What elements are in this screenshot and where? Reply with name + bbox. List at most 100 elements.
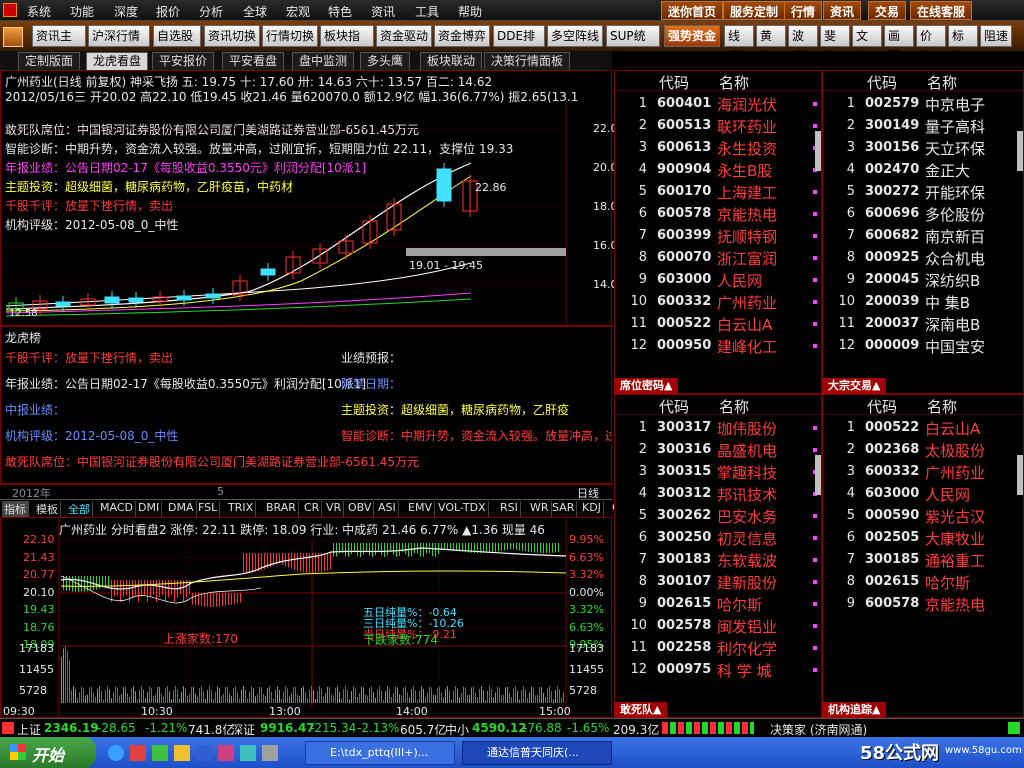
- list-row[interactable]: 6 600696 多伦股份: [823, 203, 1023, 225]
- quicklaunch-icon-2[interactable]: [130, 745, 146, 761]
- tab-6[interactable]: 板块联动: [420, 52, 483, 70]
- list-row[interactable]: 9 600578 京能热电: [823, 593, 1023, 615]
- toolbar-button-13[interactable]: 黄金: [756, 25, 786, 63]
- indicator-tab-17[interactable]: SAR: [550, 501, 578, 517]
- menu-item-1[interactable]: 功能: [70, 3, 94, 20]
- menu-item-8[interactable]: 资讯: [371, 3, 395, 20]
- list-row[interactable]: 3 300156 天立环保: [823, 137, 1023, 159]
- list-row[interactable]: 2 002368 太极股份: [823, 439, 1023, 461]
- list-label-3[interactable]: 机构追踪▲: [822, 702, 887, 718]
- toolbar-button-14[interactable]: 波段: [788, 25, 818, 63]
- toolbar-button-4[interactable]: 行情切换: [262, 25, 318, 47]
- list-label-0[interactable]: 席位密码▲: [614, 378, 679, 394]
- indicator-tab-9[interactable]: CR: [302, 501, 323, 517]
- menu-item-10[interactable]: 帮助: [458, 3, 482, 20]
- tab-2[interactable]: 平安报价: [152, 52, 215, 70]
- list-row[interactable]: 2 300316 晶盛机电: [615, 439, 821, 461]
- quicklaunch-icon-6[interactable]: [218, 745, 234, 761]
- indicator-tab-1[interactable]: 模板: [34, 501, 61, 517]
- quicklaunch-icon-3[interactable]: [152, 745, 168, 761]
- list-row[interactable]: 6 002505 大康牧业: [823, 527, 1023, 549]
- quicklaunch-icon-4[interactable]: [174, 745, 190, 761]
- list-row[interactable]: 8 000925 众合机电: [823, 247, 1023, 269]
- list-row[interactable]: 3 600332 广州药业: [823, 461, 1023, 483]
- toolbar-button-20[interactable]: 阻速: [980, 25, 1012, 47]
- list-row[interactable]: 9 200045 深纺织B: [823, 269, 1023, 291]
- list-row[interactable]: 7 300183 东软载波: [615, 549, 821, 571]
- quicklaunch-icon-5[interactable]: [196, 745, 212, 761]
- list-row[interactable]: 2 300149 量子高科: [823, 115, 1023, 137]
- toolbar-button-1[interactable]: 沪深行情: [88, 25, 150, 47]
- quicklaunch-icon-8[interactable]: [262, 745, 278, 761]
- indicator-tab-8[interactable]: BRAR: [264, 501, 299, 517]
- list-label-2[interactable]: 敢死队▲: [614, 702, 668, 718]
- list-row[interactable]: 7 300185 通裕重工: [823, 549, 1023, 571]
- toolbar-button-5[interactable]: 板块指数: [320, 25, 374, 63]
- list-row[interactable]: 1 600401 海润光伏: [615, 93, 821, 115]
- toolbar-button-11[interactable]: 强势资金: [664, 25, 720, 47]
- list-row[interactable]: 7 600682 南京新百: [823, 225, 1023, 247]
- indicator-tab-5[interactable]: DMA: [166, 501, 197, 517]
- task-tdx[interactable]: 通达信普天同庆(...: [462, 741, 612, 765]
- list-row[interactable]: 10 002578 闽发铝业: [615, 615, 821, 637]
- list-row[interactable]: 8 002615 哈尔斯: [823, 571, 1023, 593]
- indicator-tab-3[interactable]: MACD: [98, 501, 136, 517]
- menu-item-2[interactable]: 深度: [114, 3, 138, 20]
- list-row[interactable]: 7 600399 抚顺特钢: [615, 225, 821, 247]
- menu-right-button-3[interactable]: 资讯: [823, 1, 862, 20]
- toolbar-button-15[interactable]: 斐波: [820, 25, 850, 63]
- list-row[interactable]: 11 002258 利尔化学: [615, 637, 821, 659]
- menu-item-7[interactable]: 特色: [328, 3, 352, 20]
- indicator-tab-15[interactable]: RSI: [498, 501, 521, 517]
- indicator-tab-4[interactable]: DMI: [136, 501, 163, 517]
- list-scrollbar[interactable]: [815, 455, 821, 495]
- menu-item-3[interactable]: 报价: [156, 3, 180, 20]
- list-row[interactable]: 3 300315 掌趣科技: [615, 461, 821, 483]
- list-row[interactable]: 6 600578 京能热电: [615, 203, 821, 225]
- list-row[interactable]: 4 603000 人民网: [823, 483, 1023, 505]
- indicator-tab-11[interactable]: OBV: [346, 501, 375, 517]
- toolbar-button-8[interactable]: DDE排名: [493, 25, 545, 63]
- list-row[interactable]: 1 300317 珈伟股份: [615, 417, 821, 439]
- list-row[interactable]: 4 900904 永生B股: [615, 159, 821, 181]
- indicator-tab-7[interactable]: TRIX: [226, 501, 257, 517]
- list-row[interactable]: 5 600170 上海建工: [615, 181, 821, 203]
- list-row[interactable]: 4 300312 邦讯技术: [615, 483, 821, 505]
- list-row[interactable]: 12 000975 科 学 城: [615, 659, 821, 681]
- toolbar-button-0[interactable]: 资讯主页: [32, 25, 86, 63]
- tab-1[interactable]: 龙虎看盘: [86, 52, 149, 70]
- indicator-tab-14[interactable]: VOL-TDX: [436, 501, 489, 517]
- toolbar-button-7[interactable]: 资金博弈: [434, 25, 490, 47]
- list-row[interactable]: 4 002470 金正大: [823, 159, 1023, 181]
- start-button[interactable]: 开始: [0, 737, 96, 768]
- tab-3[interactable]: 平安看盘: [222, 52, 285, 70]
- list-row[interactable]: 6 300250 初灵信息: [615, 527, 821, 549]
- toolbar-button-2[interactable]: 自选股: [153, 25, 201, 47]
- list-row[interactable]: 12 000009 中国宝安: [823, 335, 1023, 357]
- toolbar-button-17[interactable]: 画圆: [884, 25, 914, 63]
- indicator-tab-13[interactable]: EMV: [406, 501, 435, 517]
- list-row[interactable]: 11 000522 白云山A: [615, 313, 821, 335]
- tab-7[interactable]: 决策行情面板: [484, 52, 571, 70]
- tab-5[interactable]: 多头鹰: [360, 52, 411, 70]
- menu-item-4[interactable]: 分析: [199, 3, 223, 20]
- list-row[interactable]: 5 000590 紫光古汉: [823, 505, 1023, 527]
- list-scrollbar[interactable]: [815, 131, 821, 171]
- list-row[interactable]: 3 600613 永生投资: [615, 137, 821, 159]
- list-row[interactable]: 5 300262 巴安水务: [615, 505, 821, 527]
- indicator-tab-16[interactable]: WR: [528, 501, 552, 517]
- menu-right-button-2[interactable]: 行情: [784, 1, 823, 20]
- menu-item-6[interactable]: 宏观: [286, 3, 310, 20]
- indicator-tab-0[interactable]: 指标: [2, 501, 29, 517]
- indicator-tab-6[interactable]: FSL: [196, 501, 221, 517]
- toolbar-button-19[interactable]: 标价: [948, 25, 978, 63]
- list-scrollbar[interactable]: [1017, 455, 1023, 495]
- tab-0[interactable]: 定制版面: [18, 52, 81, 70]
- toolbar-button-9[interactable]: 多空阵线: [547, 25, 603, 47]
- menu-right-button-1[interactable]: 服务定制: [723, 1, 786, 20]
- list-row[interactable]: 5 300272 开能环保: [823, 181, 1023, 203]
- menu-right-button-4[interactable]: 交易: [868, 1, 907, 20]
- list-row[interactable]: 1 002579 中京电子: [823, 93, 1023, 115]
- list-row[interactable]: 1 000522 白云山A: [823, 417, 1023, 439]
- list-row[interactable]: 11 200037 深南电B: [823, 313, 1023, 335]
